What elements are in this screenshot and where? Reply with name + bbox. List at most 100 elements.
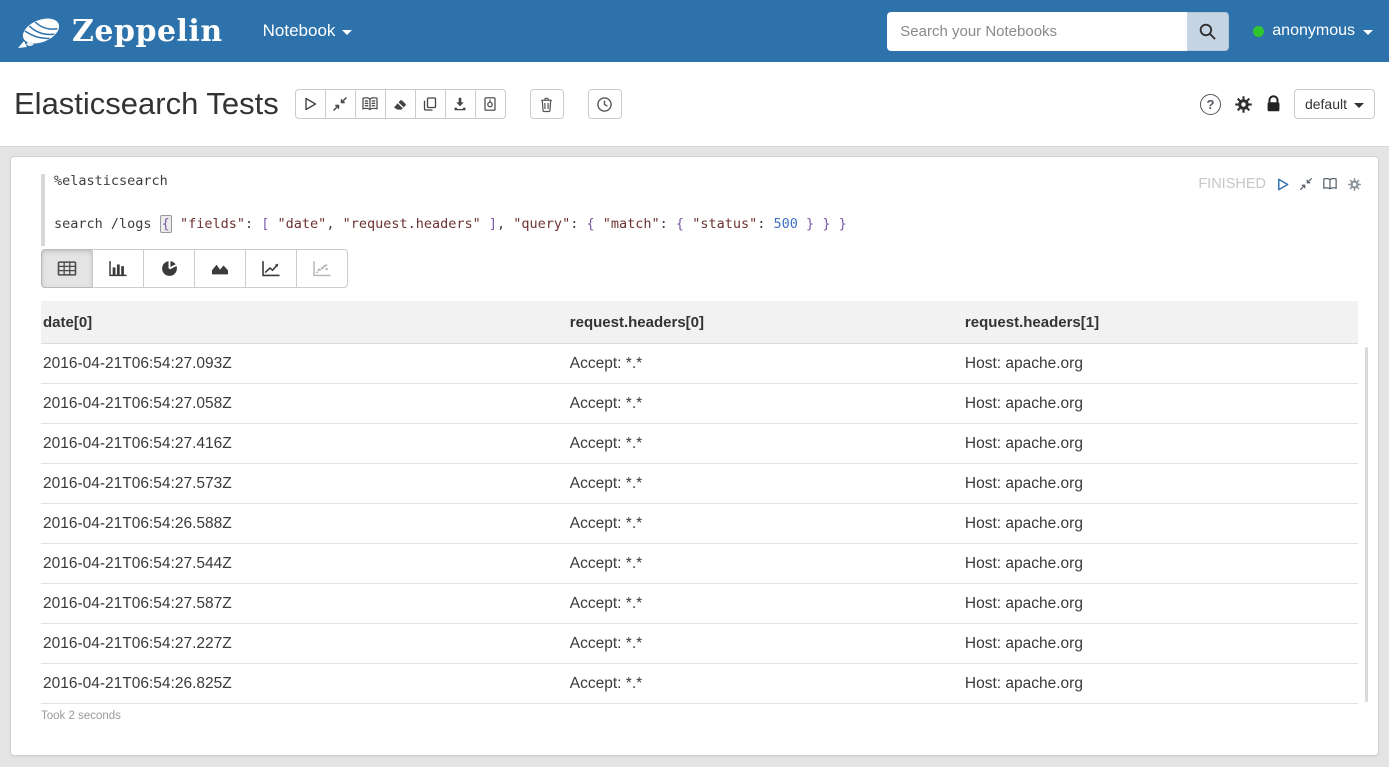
paragraph-settings-button[interactable]: [1347, 177, 1362, 192]
navbar: Zeppelin Notebook anonymous: [0, 0, 1389, 62]
search-input[interactable]: [887, 12, 1187, 51]
notebook-menu[interactable]: Notebook: [263, 21, 353, 41]
table-row: 2016-04-21T06:54:27.093ZAccept: *.*Host:…: [41, 344, 1358, 384]
table-cell: Host: apache.org: [963, 504, 1358, 544]
clear-output-button[interactable]: [385, 89, 416, 119]
clock-icon: [596, 96, 613, 113]
run-paragraph-button[interactable]: [1275, 177, 1290, 192]
table-cell: Host: apache.org: [963, 344, 1358, 384]
revision-label: default: [1305, 96, 1347, 112]
table-cell: Accept: *.*: [568, 384, 963, 424]
table-scrollbar[interactable]: [1365, 347, 1368, 702]
compress-arrows-icon: [332, 96, 348, 112]
note-toolbar: [295, 89, 506, 119]
table-row: 2016-04-21T06:54:27.416ZAccept: *.*Host:…: [41, 424, 1358, 464]
note-title-bar: Elasticsearch Tests: [0, 62, 1389, 147]
code-editor[interactable]: %elasticsearch search /logs { "fields": …: [41, 173, 1198, 232]
table-cell: 2016-04-21T06:54:27.573Z: [41, 464, 568, 504]
play-icon: [1275, 177, 1290, 192]
search-icon: [1198, 22, 1217, 41]
query-code-line: search /logs { "fields": [ "date", "requ…: [54, 216, 1198, 232]
brand-title: Zeppelin: [72, 14, 223, 49]
search-button[interactable]: [1187, 12, 1229, 51]
viz-bar-chart-button[interactable]: [92, 249, 144, 288]
table-row: 2016-04-21T06:54:26.588ZAccept: *.*Host:…: [41, 504, 1358, 544]
note-content: %elasticsearch search /logs { "fields": …: [0, 147, 1389, 765]
user-name: anonymous: [1272, 22, 1355, 40]
table-cell: Accept: *.*: [568, 344, 963, 384]
table-row: 2016-04-21T06:54:27.587ZAccept: *.*Host:…: [41, 584, 1358, 624]
viz-scatter-chart-button[interactable]: [296, 249, 348, 288]
table-cell: Accept: *.*: [568, 624, 963, 664]
viz-line-chart-button[interactable]: [245, 249, 297, 288]
help-button[interactable]: ?: [1200, 94, 1221, 115]
visualization-switcher: [41, 249, 1378, 288]
gear-icon: [1234, 95, 1253, 114]
table-cell: Host: apache.org: [963, 584, 1358, 624]
revision-dropdown[interactable]: default: [1294, 89, 1375, 119]
table-cell: Host: apache.org: [963, 464, 1358, 504]
table-row: 2016-04-21T06:54:26.825ZAccept: *.*Host:…: [41, 664, 1358, 704]
chevron-down-icon: [1354, 103, 1364, 108]
viz-table-button[interactable]: [41, 249, 93, 288]
clone-icon: [422, 96, 438, 112]
table-cell: Host: apache.org: [963, 664, 1358, 704]
play-icon: [302, 96, 318, 112]
collapse-code-button[interactable]: [325, 89, 356, 119]
table-row: 2016-04-21T06:54:27.573ZAccept: *.*Host:…: [41, 464, 1358, 504]
interpreter-binding: %elasticsearch: [54, 173, 1198, 189]
column-header-request-headers-0[interactable]: request.headers[0]: [568, 301, 963, 344]
chevron-down-icon: [1363, 30, 1373, 35]
file-version-icon: [482, 96, 498, 112]
table-cell: Accept: *.*: [568, 504, 963, 544]
notebook-search: [887, 12, 1229, 51]
pie-chart-icon: [160, 260, 179, 277]
area-chart-icon: [210, 260, 230, 277]
trash-icon: [539, 96, 554, 113]
book-icon: [361, 96, 379, 112]
gear-outline-icon: [1347, 177, 1362, 192]
paragraph-status: FINISHED: [1198, 176, 1266, 192]
column-header-request-headers-1[interactable]: request.headers[1]: [963, 301, 1358, 344]
editor-gutter: [41, 174, 45, 246]
result-table: date[0] request.headers[0] request.heade…: [41, 301, 1358, 704]
zeppelin-logo-icon: [16, 11, 66, 51]
chevron-down-icon: [342, 30, 352, 35]
user-status-dot: [1253, 26, 1264, 37]
table-cell: 2016-04-21T06:54:26.588Z: [41, 504, 568, 544]
remove-note-button[interactable]: [530, 89, 564, 119]
scatter-chart-icon: [312, 260, 332, 277]
table-cell: 2016-04-21T06:54:26.825Z: [41, 664, 568, 704]
scheduler-button[interactable]: [588, 89, 622, 119]
note-config-button[interactable]: [1234, 95, 1253, 114]
table-cell: 2016-04-21T06:54:27.416Z: [41, 424, 568, 464]
table-cell: Host: apache.org: [963, 624, 1358, 664]
page-title[interactable]: Elasticsearch Tests: [14, 86, 279, 122]
show-editor-button[interactable]: [1322, 177, 1338, 191]
table-cell: Accept: *.*: [568, 464, 963, 504]
clone-note-button[interactable]: [415, 89, 446, 119]
commit-note-button[interactable]: [475, 89, 506, 119]
column-header-date[interactable]: date[0]: [41, 301, 568, 344]
question-icon: ?: [1206, 97, 1214, 112]
show-output-button[interactable]: [355, 89, 386, 119]
notebook-menu-label: Notebook: [263, 21, 336, 41]
note-permissions-button[interactable]: [1266, 95, 1281, 113]
table-row: 2016-04-21T06:54:27.058ZAccept: *.*Host:…: [41, 384, 1358, 424]
table-header-row: date[0] request.headers[0] request.heade…: [41, 301, 1358, 344]
table-icon: [57, 260, 77, 277]
user-menu[interactable]: anonymous: [1253, 22, 1373, 40]
collapse-paragraph-button[interactable]: [1299, 177, 1313, 191]
table-cell: Accept: *.*: [568, 424, 963, 464]
table-cell: Host: apache.org: [963, 384, 1358, 424]
zeppelin-brand[interactable]: Zeppelin: [16, 11, 223, 51]
bar-chart-icon: [108, 260, 128, 277]
export-note-button[interactable]: [445, 89, 476, 119]
table-cell: 2016-04-21T06:54:27.587Z: [41, 584, 568, 624]
table-cell: Accept: *.*: [568, 544, 963, 584]
viz-pie-chart-button[interactable]: [143, 249, 195, 288]
line-chart-icon: [261, 260, 281, 277]
viz-area-chart-button[interactable]: [194, 249, 246, 288]
run-all-button[interactable]: [295, 89, 326, 119]
table-cell: 2016-04-21T06:54:27.227Z: [41, 624, 568, 664]
